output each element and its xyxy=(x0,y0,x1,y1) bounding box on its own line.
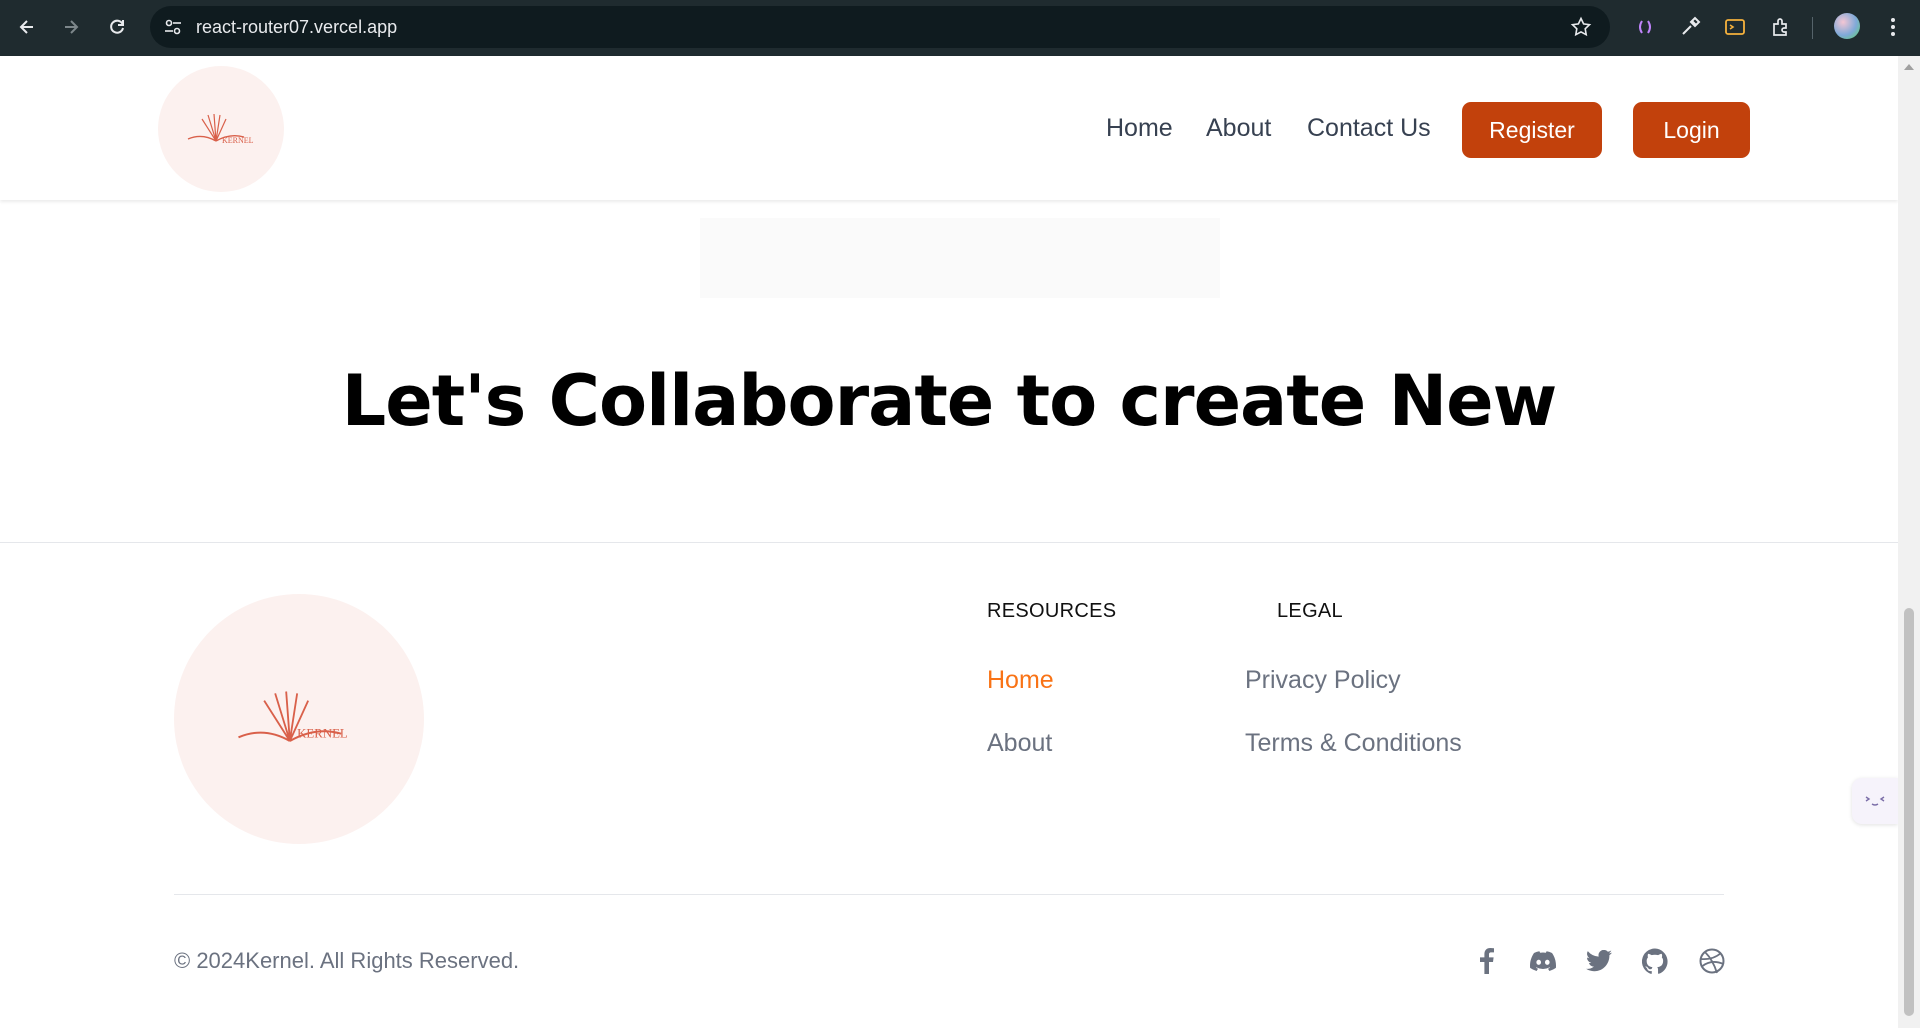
nav-about[interactable]: About xyxy=(1206,114,1271,143)
collaborate-heading: Let's Collaborate to create New xyxy=(341,360,1558,442)
extension-brackets-icon[interactable] xyxy=(1632,14,1658,40)
footer-link-privacy-policy[interactable]: Privacy Policy xyxy=(1245,666,1401,695)
eyedropper-icon[interactable] xyxy=(1677,14,1703,40)
face-icon xyxy=(1865,796,1885,806)
header-logo[interactable]: KERNEL xyxy=(158,66,284,192)
discord-icon[interactable] xyxy=(1528,946,1558,976)
footer-link-home[interactable]: Home xyxy=(987,666,1054,695)
logo-text: KERNEL xyxy=(222,136,254,145)
footer-logo[interactable]: KERNEL xyxy=(174,594,424,844)
footer-link-terms-conditions[interactable]: Terms & Conditions xyxy=(1245,729,1462,758)
nav-home[interactable]: Home xyxy=(1106,114,1173,143)
terminal-extension-icon[interactable] xyxy=(1722,14,1748,40)
menu-kebab-icon[interactable] xyxy=(1880,14,1906,40)
facebook-icon[interactable] xyxy=(1472,946,1502,976)
open-book-icon: KERNEL xyxy=(187,113,254,145)
reload-icon[interactable] xyxy=(102,12,132,42)
footer-logo-text: KERNEL xyxy=(297,726,348,740)
bookmark-star-icon[interactable] xyxy=(1570,16,1592,38)
login-button[interactable]: Login xyxy=(1633,102,1750,158)
github-icon[interactable] xyxy=(1640,946,1670,976)
twitter-icon[interactable] xyxy=(1584,946,1614,976)
extensions-puzzle-icon[interactable] xyxy=(1768,14,1794,40)
legal-heading: LEGAL xyxy=(1277,600,1343,622)
site-info-icon[interactable] xyxy=(162,16,184,38)
resources-heading: RESOURCES xyxy=(987,600,1117,622)
forward-icon[interactable] xyxy=(56,12,86,42)
browser-toolbar: react-router07.vercel.app xyxy=(0,0,1920,56)
toolbar-separator xyxy=(1812,17,1813,39)
scrollbar-thumb[interactable] xyxy=(1904,608,1914,1016)
floating-widget[interactable] xyxy=(1852,778,1898,824)
footer-link-about[interactable]: About xyxy=(987,729,1052,758)
site-header: KERNEL Home About Contact Us Register Lo… xyxy=(0,56,1898,200)
footer-divider xyxy=(174,894,1724,895)
page-scrollbar[interactable] xyxy=(1898,56,1920,1028)
address-bar[interactable]: react-router07.vercel.app xyxy=(150,6,1610,48)
nav-contact-us[interactable]: Contact Us xyxy=(1307,114,1431,143)
back-icon[interactable] xyxy=(12,12,42,42)
section-divider xyxy=(0,542,1898,543)
profile-avatar[interactable] xyxy=(1834,13,1860,39)
copyright-text: © 2024Kernel. All Rights Reserved. xyxy=(174,948,520,973)
scroll-up-arrow-icon[interactable] xyxy=(1904,64,1914,70)
url-text[interactable]: react-router07.vercel.app xyxy=(196,17,397,38)
open-book-icon: KERNEL xyxy=(238,691,348,742)
register-button[interactable]: Register xyxy=(1462,102,1602,158)
dribbble-icon[interactable] xyxy=(1697,946,1727,976)
